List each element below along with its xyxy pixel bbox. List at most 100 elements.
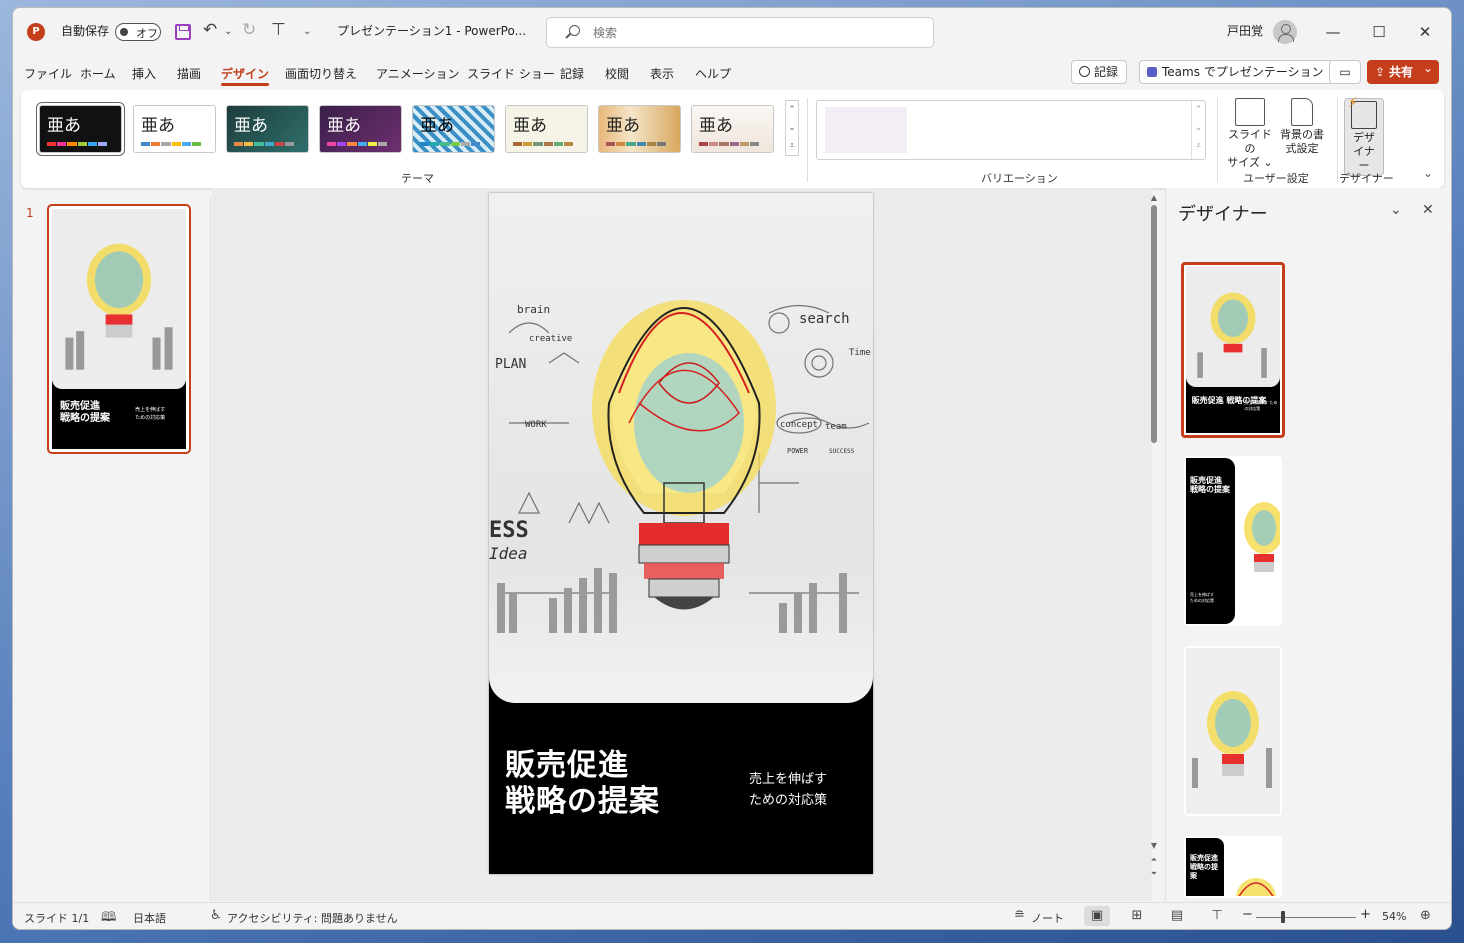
present-from-start-icon[interactable]: ⊤ (271, 20, 286, 40)
slide-thumbnail[interactable]: 販売促進 戦略の提案 売上を伸ばす ための対応策 (47, 204, 191, 454)
zoom-slider-thumb[interactable] (1281, 911, 1285, 923)
reading-view-icon[interactable]: ▤ (1164, 906, 1190, 926)
editor-scrollbar[interactable]: ▲ ▼ ⏶ ⏷ (1148, 193, 1160, 883)
customize-quick-access-icon[interactable]: ⌄ (303, 26, 311, 37)
slideshow-view-icon[interactable]: ⊤ (1204, 906, 1230, 926)
avatar[interactable] (1273, 20, 1297, 44)
theme-tile-2[interactable]: 亜あ (133, 105, 216, 153)
variations-gallery[interactable]: ⌃ ⌄ ⩡ (816, 100, 1206, 160)
undo-icon[interactable]: ↶ (203, 20, 217, 40)
gallery-more-icon[interactable]: ⩡ (786, 137, 798, 155)
spelling-check-icon[interactable]: 🕮 (101, 908, 116, 929)
next-slide-icon[interactable]: ⏷ (1148, 869, 1160, 879)
tab-insert[interactable]: 挿入 (132, 65, 156, 82)
theme-tile-1[interactable]: 亜あ (36, 102, 125, 156)
design-idea-1[interactable]: 販売促進 戦略の提案 売上を伸ばす ための対応策 (1181, 262, 1285, 438)
scrollbar-thumb[interactable] (1151, 205, 1157, 443)
tab-design[interactable]: デザイン (221, 65, 270, 86)
save-icon[interactable] (175, 24, 191, 40)
tab-animations[interactable]: アニメーション (376, 65, 460, 82)
minimize-button[interactable]: — (1319, 18, 1347, 46)
variations-scroll[interactable]: ⌃ ⌄ ⩡ (1191, 101, 1205, 159)
scroll-up-icon[interactable]: ▲ (1148, 193, 1160, 202)
theme-color-bars (47, 142, 108, 146)
slide-title[interactable]: 販売促進 戦略の提案 (505, 748, 660, 820)
autosave-label: 自動保存 (61, 24, 110, 38)
theme-tile-glyph: 亜あ (513, 116, 547, 136)
format-background-button[interactable]: 背景の書 式設定 (1279, 98, 1325, 156)
fit-to-window-icon[interactable]: ⊕ (1420, 908, 1431, 923)
design-idea-3[interactable] (1184, 646, 1282, 816)
theme-tile-glyph: 亜あ (606, 116, 640, 136)
record-button[interactable]: 記録 (1071, 60, 1128, 84)
theme-tile-3[interactable]: 亜あ (226, 105, 309, 153)
notes-button[interactable]: ノート (1031, 910, 1064, 926)
design-idea-2[interactable]: 販売促進 戦略の提案 売上を伸ばす ための対応策 (1184, 456, 1282, 626)
accessibility-icon[interactable]: ♿ (210, 908, 222, 923)
previous-slide-icon[interactable]: ⏶ (1148, 855, 1160, 865)
designer-button[interactable]: デザ イナー (1344, 96, 1384, 176)
tab-record[interactable]: 記録 (560, 65, 584, 82)
tab-transitions[interactable]: 画面切り替え (285, 65, 357, 82)
zoom-level[interactable]: 54% (1382, 910, 1406, 923)
powerpoint-window: P 自動保存 オフ ↶ ⌄ ↻ ⊤ ⌄ プレゼンテーション1 - PowerPo… (12, 7, 1452, 930)
zoom-slider[interactable] (1256, 917, 1356, 918)
design-idea-title: 販売促進 戦略の提案 (1190, 476, 1230, 494)
variation-swatch[interactable] (825, 107, 907, 153)
theme-tile-6[interactable]: 亜あ (505, 105, 588, 153)
scroll-down-icon[interactable]: ▼ (1148, 841, 1160, 850)
theme-gallery-scroll[interactable]: ⌃ ⌄ ⩡ (785, 100, 799, 156)
teams-icon (1147, 67, 1157, 77)
designer-pane-title: デザイナー (1178, 204, 1268, 225)
zoom-in-button[interactable]: + (1360, 907, 1371, 922)
redo-icon[interactable]: ↻ (242, 20, 256, 40)
designer-label: デザ イナー (1353, 131, 1375, 172)
tab-home[interactable]: ホーム (80, 65, 116, 82)
teams-present-button[interactable]: Teams でプレゼンテーション (1139, 60, 1333, 84)
tab-review[interactable]: 校閲 (605, 65, 629, 82)
language-indicator[interactable]: 日本語 (133, 910, 166, 926)
comments-button[interactable]: ▭ (1329, 60, 1361, 84)
theme-tile-4[interactable]: 亜あ (319, 105, 402, 153)
share-button[interactable]: 共有 (1367, 56, 1439, 84)
tab-slideshow[interactable]: スライド ショー (467, 65, 555, 82)
search-input[interactable] (593, 24, 913, 42)
design-idea-4[interactable]: 販売促進 戦略の提案 (1184, 836, 1282, 898)
ribbon-divider (807, 98, 808, 182)
autosave-toggle[interactable]: オフ (115, 23, 161, 41)
tab-help[interactable]: ヘルプ (695, 65, 731, 82)
user-name[interactable]: 戸田覚 (1227, 22, 1263, 39)
slide-subtitle[interactable]: 売上を伸ばす ための対応策 (749, 769, 827, 811)
slide-size-button[interactable]: スライドの サイズ ⌄ (1227, 98, 1273, 170)
chevron-down-icon[interactable]: ⌄ (1390, 202, 1402, 218)
tab-file[interactable]: ファイル (24, 65, 72, 82)
zoom-out-button[interactable]: − (1242, 907, 1253, 922)
close-icon[interactable]: ✕ (1422, 202, 1434, 218)
undo-dropdown-icon[interactable]: ⌄ (224, 26, 232, 37)
slide-sorter-icon[interactable]: ⊞ (1124, 906, 1150, 926)
maximize-button[interactable]: ☐ (1365, 18, 1393, 46)
ribbon-collapse-icon[interactable]: ⌄ (1423, 166, 1433, 180)
sketch-word-creative: creative (529, 334, 572, 344)
slide-lightbulb-photo[interactable]: brain creative search PLAN WORK concept … (489, 193, 873, 703)
slide-size-label: スライドの サイズ ⌄ (1227, 128, 1273, 169)
tab-view[interactable]: 表示 (650, 65, 674, 82)
search-box[interactable] (546, 17, 934, 48)
notes-icon[interactable]: ≘ (1014, 908, 1025, 923)
close-button[interactable]: ✕ (1411, 18, 1439, 46)
title-bar: P 自動保存 オフ ↶ ⌄ ↻ ⊤ ⌄ プレゼンテーション1 - PowerPo… (13, 8, 1451, 56)
main-slide[interactable]: brain creative search PLAN WORK concept … (489, 193, 873, 874)
thumbnail-title: 販売促進 戦略の提案 (60, 401, 111, 424)
theme-tile-5[interactable]: 亜あ (412, 105, 495, 153)
gallery-down-icon[interactable]: ⌄ (786, 119, 798, 137)
normal-view-icon[interactable]: ▣ (1084, 906, 1110, 926)
gallery-up-icon[interactable]: ⌃ (786, 101, 798, 119)
group-label-designer: デザイナー (1339, 172, 1394, 185)
accessibility-status[interactable]: アクセシビリティ: 問題ありません (227, 910, 398, 926)
theme-tile-glyph: 亜あ (141, 116, 175, 136)
search-icon (569, 25, 580, 36)
theme-tile-8[interactable]: 亜あ (691, 105, 774, 153)
tab-draw[interactable]: 描画 (177, 65, 201, 82)
powerpoint-logo-icon: P (27, 23, 45, 41)
theme-tile-7[interactable]: 亜あ (598, 105, 681, 153)
